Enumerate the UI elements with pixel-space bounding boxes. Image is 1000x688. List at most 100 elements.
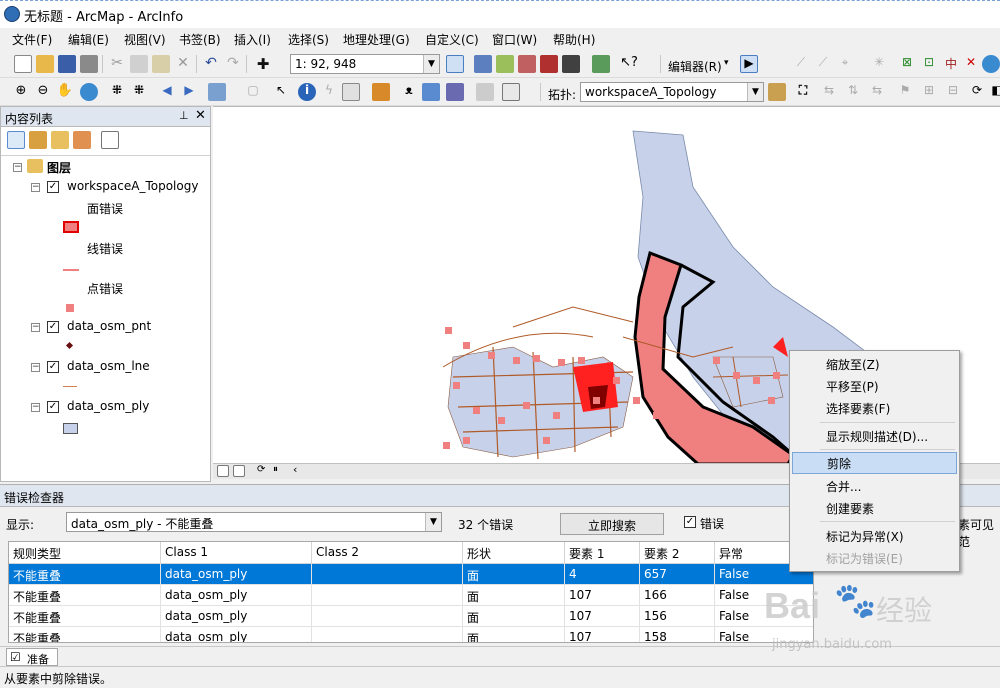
validate-icon[interactable]: ⊟ (944, 83, 962, 101)
trace-icon[interactable]: ⟋ (814, 55, 832, 73)
python-window-icon[interactable] (562, 55, 580, 73)
layout-view-icon[interactable] (233, 465, 245, 477)
chevron-down-icon[interactable]: ▼ (747, 83, 763, 101)
refresh-icon[interactable]: ⟳ (257, 464, 265, 475)
menu-mark-as-exception[interactable]: 标记为异常(X) (792, 525, 957, 547)
fixed-zoom-in-icon[interactable]: ⁜ (108, 83, 126, 101)
reshape-edge-icon[interactable]: ⇆ (868, 83, 886, 101)
map-scale-combo[interactable]: 1: 92, 948 ▼ (290, 54, 440, 74)
paste-icon[interactable] (152, 55, 170, 73)
menu-insert[interactable]: 插入(I) (234, 31, 271, 48)
menu-view[interactable]: 视图(V) (124, 31, 166, 48)
globe-icon[interactable] (982, 55, 1000, 73)
pan-hand-icon[interactable]: ✋ (56, 83, 74, 101)
close-icon[interactable]: ✕ (195, 108, 206, 123)
layer-visibility-checkbox[interactable]: ✓ (47, 321, 59, 333)
col-class-2[interactable]: Class 2 (312, 542, 463, 564)
menu-merge[interactable]: 合并... (792, 475, 957, 497)
col-feature-1[interactable]: 要素 1 (565, 542, 640, 564)
time-slider-icon[interactable] (476, 83, 494, 101)
editor-dropdown-icon[interactable]: ▾ (724, 58, 729, 68)
menu-select-features[interactable]: 选择要素(F) (792, 397, 957, 419)
forward-arrow-icon[interactable]: ▶ (180, 83, 198, 101)
list-by-source-icon[interactable] (29, 131, 47, 149)
hyperlink-icon[interactable]: ϟ (320, 83, 338, 101)
toc-layer-lines[interactable]: data_osm_lne (67, 359, 150, 373)
toc-root-layers[interactable]: 图层 (47, 159, 71, 176)
help-pointer-icon[interactable]: ↖? (620, 55, 638, 73)
options-icon[interactable] (101, 131, 119, 149)
collapse-icon[interactable]: − (31, 403, 40, 412)
menu-file[interactable]: 文件(F) (12, 31, 52, 48)
fixed-zoom-out-icon[interactable]: ⁜ (130, 83, 148, 101)
zoom-out-icon[interactable]: ⊖ (34, 83, 52, 101)
cut-icon[interactable]: ✂ (108, 55, 126, 73)
table-row[interactable]: 不能重叠 data_osm_ply 面 4 657 False (9, 564, 813, 585)
data-view-icon[interactable] (217, 465, 229, 477)
chevron-down-icon[interactable]: ▼ (425, 513, 441, 531)
editor-menu[interactable]: 编辑器(R) (668, 58, 722, 75)
toc-layer-topology[interactable]: workspaceA_Topology (67, 179, 198, 193)
select-features-icon[interactable] (208, 83, 226, 101)
menu-show-rule-description[interactable]: 显示规则描述(D)... (792, 425, 957, 447)
goto-xy-icon[interactable] (446, 83, 464, 101)
clear-selection-icon[interactable]: ▢ (244, 83, 262, 101)
list-by-visibility-icon[interactable] (51, 131, 69, 149)
midpoint-icon[interactable]: ✳ (870, 55, 888, 73)
build-topology-icon[interactable]: ⊞ (920, 83, 938, 101)
select-elements-icon[interactable]: ↖ (272, 83, 290, 101)
list-by-drawing-order-icon[interactable] (7, 131, 25, 149)
col-shape[interactable]: 形状 (463, 542, 565, 564)
open-folder-icon[interactable] (36, 55, 54, 73)
new-document-icon[interactable] (14, 55, 32, 73)
collapse-icon[interactable]: − (13, 163, 22, 172)
map-topology-icon[interactable] (768, 83, 786, 101)
back-arrow-icon[interactable]: ◀ (158, 83, 176, 101)
chevron-down-icon[interactable]: ▼ (423, 55, 439, 73)
menu-zoom-to[interactable]: 缩放至(Z) (792, 353, 957, 375)
list-by-selection-icon[interactable] (73, 131, 91, 149)
table-row[interactable]: 不能重叠 data_osm_ply 面 107 158 False (9, 627, 813, 642)
menu-help[interactable]: 帮助(H) (553, 31, 595, 48)
show-filter-combo[interactable]: data_osm_ply - 不能重叠 ▼ (66, 512, 442, 532)
catalog-icon[interactable] (496, 55, 514, 73)
table-icon[interactable] (474, 55, 492, 73)
zoom-in-icon[interactable]: ⊕ (12, 83, 30, 101)
menu-geoprocessing[interactable]: 地理处理(G) (343, 31, 410, 48)
search-window-icon[interactable] (518, 55, 536, 73)
collapse-icon[interactable]: − (31, 363, 40, 372)
layer-visibility-checkbox[interactable]: ✓ (47, 361, 59, 373)
table-row[interactable]: 不能重叠 data_osm_ply 面 107 156 False (9, 606, 813, 627)
menu-subtract[interactable]: 剪除 (792, 452, 957, 474)
menu-bookmarks[interactable]: 书签(B) (179, 31, 221, 48)
full-extent-icon[interactable] (80, 83, 98, 101)
point-icon[interactable]: ⌖ (836, 55, 854, 73)
redo-icon[interactable]: ↷ (224, 55, 242, 73)
delete-icon[interactable]: ✕ (174, 55, 192, 73)
cut-polygon-icon[interactable]: ✕ (962, 55, 980, 73)
measure-icon[interactable] (372, 83, 390, 101)
col-rule-type[interactable]: 规则类型 (9, 542, 161, 564)
show-shared-icon[interactable]: ⚑ (896, 83, 914, 101)
align-edge-icon[interactable]: ⇆ (820, 83, 838, 101)
topology-edit-icon[interactable]: ⊠ (898, 55, 916, 73)
menu-create-feature[interactable]: 创建要素 (792, 497, 957, 519)
menu-window[interactable]: 窗口(W) (492, 31, 537, 48)
html-popup-icon[interactable] (342, 83, 360, 101)
menu-customize[interactable]: 自定义(C) (425, 31, 479, 48)
edit-tool-icon[interactable]: ▶ (740, 55, 758, 73)
fix-topology-error-icon[interactable]: ⟳ (968, 83, 986, 101)
undo-icon[interactable]: ↶ (202, 55, 220, 73)
menu-selection[interactable]: 选择(S) (288, 31, 329, 48)
pause-icon[interactable]: ⏸ (273, 464, 278, 475)
model-builder-icon[interactable] (592, 55, 610, 73)
find-route-icon[interactable] (422, 83, 440, 101)
errors-checkbox[interactable]: ✓ (684, 516, 696, 528)
search-now-button[interactable]: 立即搜索 (560, 513, 664, 535)
tab-ready[interactable]: ☑ 准备 (6, 648, 58, 666)
pin-icon[interactable]: ⊥ (179, 109, 189, 122)
collapse-icon[interactable]: − (31, 323, 40, 332)
add-data-icon[interactable]: ✚ (254, 55, 272, 73)
col-class-1[interactable]: Class 1 (161, 542, 312, 564)
topology-edit-tool-icon[interactable]: ⛶ (794, 83, 812, 101)
